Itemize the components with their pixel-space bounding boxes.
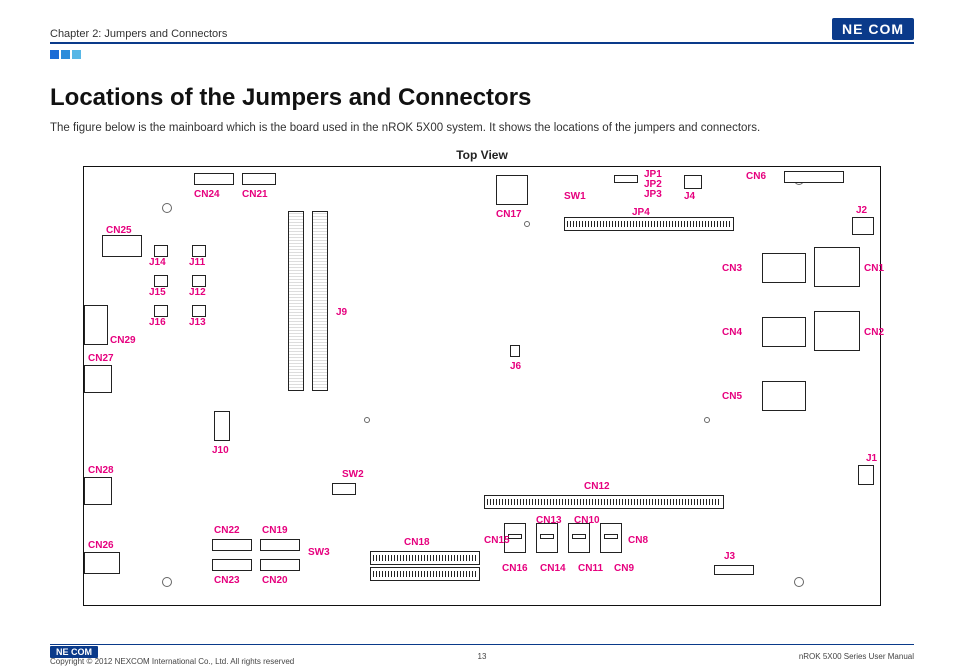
label-j6: J6 (510, 361, 521, 372)
label-j3: J3 (724, 551, 735, 562)
label-cn6: CN6 (746, 171, 766, 182)
dimm-slot-2 (312, 211, 328, 391)
label-jp3: JP3 (644, 189, 662, 200)
label-cn17: CN17 (496, 209, 522, 220)
label-j15: J15 (149, 287, 166, 298)
label-cn16: CN16 (502, 563, 528, 574)
label-j13: J13 (189, 317, 206, 328)
label-j4: J4 (684, 191, 695, 202)
dimm-slot-1 (288, 211, 304, 391)
label-cn10: CN10 (574, 515, 600, 526)
label-cn12: CN12 (584, 481, 610, 492)
label-cn27: CN27 (88, 353, 114, 364)
label-j11: J11 (189, 257, 205, 268)
mainboard-diagram: CN24 CN21 CN25 J14 J11 J15 J12 J16 J13 C… (83, 166, 881, 606)
diagram-caption: Top View (50, 148, 914, 162)
label-cn19: CN19 (262, 525, 288, 536)
label-sw1: SW1 (564, 191, 586, 202)
label-cn13: CN13 (536, 515, 562, 526)
label-cn18: CN18 (404, 537, 430, 548)
label-jp4: JP4 (632, 207, 650, 218)
footer-doc-title: nROK 5X00 Series User Manual (799, 652, 914, 661)
header-bar: Chapter 2: Jumpers and Connectors NE COM (50, 18, 914, 44)
label-cn26: CN26 (88, 540, 114, 551)
label-cn8: CN8 (628, 535, 648, 546)
label-j2: J2 (856, 205, 867, 216)
label-cn21: CN21 (242, 189, 268, 200)
label-cn29: CN29 (110, 335, 136, 346)
label-cn15: CN15 (484, 535, 510, 546)
label-sw2: SW2 (342, 469, 364, 480)
footer-page-number: 13 (478, 652, 487, 661)
label-j9: J9 (336, 307, 347, 318)
label-cn1: CN1 (864, 263, 884, 274)
label-j10: J10 (212, 445, 229, 456)
page-footer: NE COM Copyright © 2012 NEXCOM Internati… (50, 644, 914, 666)
connector-cn21 (242, 173, 276, 185)
intro-text: The figure below is the mainboard which … (50, 122, 914, 134)
label-cn20: CN20 (262, 575, 288, 586)
footer-copyright: Copyright © 2012 NEXCOM International Co… (50, 657, 294, 666)
connector-cn25 (102, 235, 142, 257)
label-cn22: CN22 (214, 525, 240, 536)
connector-cn24 (194, 173, 234, 185)
label-cn3: CN3 (722, 263, 742, 274)
label-j12: J12 (189, 287, 206, 298)
label-cn9: CN9 (614, 563, 634, 574)
label-sw3: SW3 (308, 547, 330, 558)
label-cn25: CN25 (106, 225, 132, 236)
label-cn4: CN4 (722, 327, 742, 338)
label-j16: J16 (149, 317, 166, 328)
label-cn5: CN5 (722, 391, 742, 402)
label-j1: J1 (866, 453, 877, 464)
label-cn24: CN24 (194, 189, 220, 200)
page-title: Locations of the Jumpers and Connectors (50, 84, 914, 112)
label-cn23: CN23 (214, 575, 240, 586)
label-cn28: CN28 (88, 465, 114, 476)
brand-logo: NE COM (832, 18, 914, 40)
label-cn14: CN14 (540, 563, 566, 574)
chapter-title: Chapter 2: Jumpers and Connectors (50, 28, 227, 40)
label-cn11: CN11 (578, 563, 603, 574)
label-j14: J14 (149, 257, 166, 268)
label-cn2: CN2 (864, 327, 884, 338)
decoration-squares (50, 50, 914, 62)
